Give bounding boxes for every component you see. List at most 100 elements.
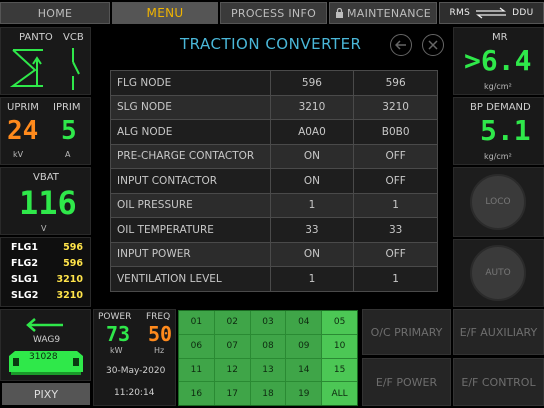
row-value-2: 3210: [353, 94, 438, 120]
grid-cell[interactable]: 19: [286, 382, 322, 405]
uprim-value: 24: [7, 116, 39, 146]
panto-label: PANTO: [19, 32, 53, 43]
loco-number: 31028: [29, 352, 58, 362]
flag-name: SLG2: [11, 290, 39, 301]
bp-label: BP DEMAND: [470, 102, 531, 113]
grid-cell[interactable]: 14: [286, 358, 322, 382]
loco-panel: WAG9 31028: [0, 309, 91, 381]
flag-panel: FLG1 596 FLG2 596 SLG1 3210 SLG2 3210: [0, 237, 91, 307]
power-value: 73: [106, 322, 131, 346]
nav-menu[interactable]: MENU: [112, 2, 218, 24]
row-name: INPUT CONTACTOR: [110, 168, 271, 194]
ef-control-button[interactable]: E/F CONTROL: [453, 358, 544, 406]
iprim-value: 5: [61, 116, 77, 146]
loco-name: WAG9: [33, 335, 61, 345]
vbat-unit: V: [41, 224, 47, 233]
iprim-label: IPRIM: [53, 102, 81, 113]
vbat-panel: VBAT 116 V: [0, 167, 91, 235]
grid-cell[interactable]: 01: [179, 311, 214, 334]
flag-row: SLG2 3210: [11, 290, 83, 306]
row-value-2: 1: [353, 192, 438, 218]
loco-button-label: LOCO: [485, 197, 511, 207]
vcb-label: VCB: [63, 32, 84, 43]
rms-ddu-switch[interactable]: RMS DDU: [439, 2, 544, 24]
mr-value: >6.4: [464, 44, 532, 77]
back-button[interactable]: [390, 34, 412, 56]
grid-cell[interactable]: 07: [214, 334, 250, 358]
mr-unit: kg/cm²: [484, 82, 512, 91]
row-name: OIL PRESSURE: [110, 192, 271, 218]
grid-cell[interactable]: 05: [322, 311, 357, 334]
bp-demand-panel: BP DEMAND 5.1 kg/cm²: [453, 97, 544, 165]
ddu-label: DDU: [512, 8, 534, 18]
flag-name: SLG1: [11, 274, 39, 285]
oc-primary-button[interactable]: O/C PRIMARY: [362, 309, 451, 355]
flag-name: FLG2: [11, 258, 38, 269]
mr-panel: MR >6.4 kg/cm²: [453, 27, 544, 95]
row-name: SLG NODE: [110, 94, 271, 120]
grid-cell[interactable]: 15: [322, 358, 357, 382]
lock-icon: [335, 8, 343, 18]
row-value-1: 596: [269, 70, 355, 96]
grid-cell[interactable]: 11: [179, 358, 214, 382]
row-name: OIL TEMPERATURE: [110, 217, 271, 243]
back-arrow-icon: [395, 40, 406, 50]
row-value-2: OFF: [353, 143, 438, 169]
flag-value: 3210: [56, 290, 83, 301]
table-row: OIL PRESSURE 1 1: [110, 192, 438, 218]
rms-label: RMS: [449, 8, 471, 18]
nav-process-info[interactable]: PROCESS INFO: [220, 2, 327, 24]
flag-value: 3210: [56, 274, 83, 285]
uprim-iprim-panel: UPRIM IPRIM 24 5 kV A: [0, 97, 91, 165]
ef-power-button[interactable]: E/F POWER: [362, 358, 451, 406]
close-icon: [428, 40, 438, 50]
row-value-2: 1: [353, 266, 438, 292]
grid-cell[interactable]: ALL: [322, 382, 357, 405]
traction-converter-table: FLG NODE 596 596 SLG NODE 3210 3210 ALG NODE A0…: [110, 70, 438, 292]
grid-cell[interactable]: 02: [214, 311, 250, 334]
grid-cell[interactable]: 10: [322, 334, 357, 358]
bp-value: 5.1: [480, 114, 531, 147]
oc-primary-label: O/C PRIMARY: [370, 325, 443, 339]
table-row: INPUT CONTACTOR ON OFF: [110, 168, 438, 194]
grid-cell[interactable]: 04: [286, 311, 322, 334]
row-value-2: OFF: [353, 168, 438, 194]
grid-cell[interactable]: 18: [250, 382, 286, 405]
nav-process-info-label: PROCESS INFO: [230, 6, 317, 20]
auto-mode-panel: AUTO: [453, 239, 544, 307]
ef-auxiliary-button[interactable]: E/F AUXILIARY: [453, 309, 544, 355]
row-name: INPUT POWER: [110, 241, 271, 267]
vcb-breaker-icon: [72, 48, 80, 90]
flag-value: 596: [63, 258, 83, 269]
grid-cell[interactable]: 16: [179, 382, 214, 405]
close-button[interactable]: [422, 34, 444, 56]
nav-menu-label: MENU: [146, 6, 184, 20]
time-display: 11:20:14: [114, 388, 155, 398]
freq-unit: Hz: [154, 346, 165, 355]
grid-cell[interactable]: 17: [214, 382, 250, 405]
auto-button-label: AUTO: [485, 268, 511, 278]
ef-auxiliary-label: E/F AUXILIARY: [459, 325, 538, 339]
mr-label: MR: [492, 32, 508, 43]
loco-button[interactable]: LOCO: [470, 174, 526, 230]
grid-cell[interactable]: 08: [250, 334, 286, 358]
row-name: PRE-CHARGE CONTACTOR: [110, 143, 271, 169]
ef-control-label: E/F CONTROL: [461, 375, 536, 389]
row-value-2: 33: [353, 217, 438, 243]
grid-cell[interactable]: 03: [250, 311, 286, 334]
grid-cell[interactable]: 12: [214, 358, 250, 382]
bp-unit: kg/cm²: [484, 152, 512, 161]
flag-value: 596: [63, 242, 83, 253]
row-name: VENTILATION LEVEL: [110, 266, 271, 292]
uprim-label: UPRIM: [7, 102, 39, 113]
swap-arrows-icon: [476, 7, 507, 19]
row-name: FLG NODE: [110, 70, 271, 96]
freq-value: 50: [148, 322, 173, 346]
auto-button[interactable]: AUTO: [470, 245, 526, 301]
grid-cell[interactable]: 09: [286, 334, 322, 358]
grid-cell[interactable]: 06: [179, 334, 214, 358]
nav-home[interactable]: HOME: [0, 2, 110, 24]
nav-maintenance[interactable]: MAINTENANCE: [329, 2, 437, 24]
grid-cell[interactable]: 13: [250, 358, 286, 382]
pixy-button[interactable]: PIXY: [2, 383, 90, 405]
